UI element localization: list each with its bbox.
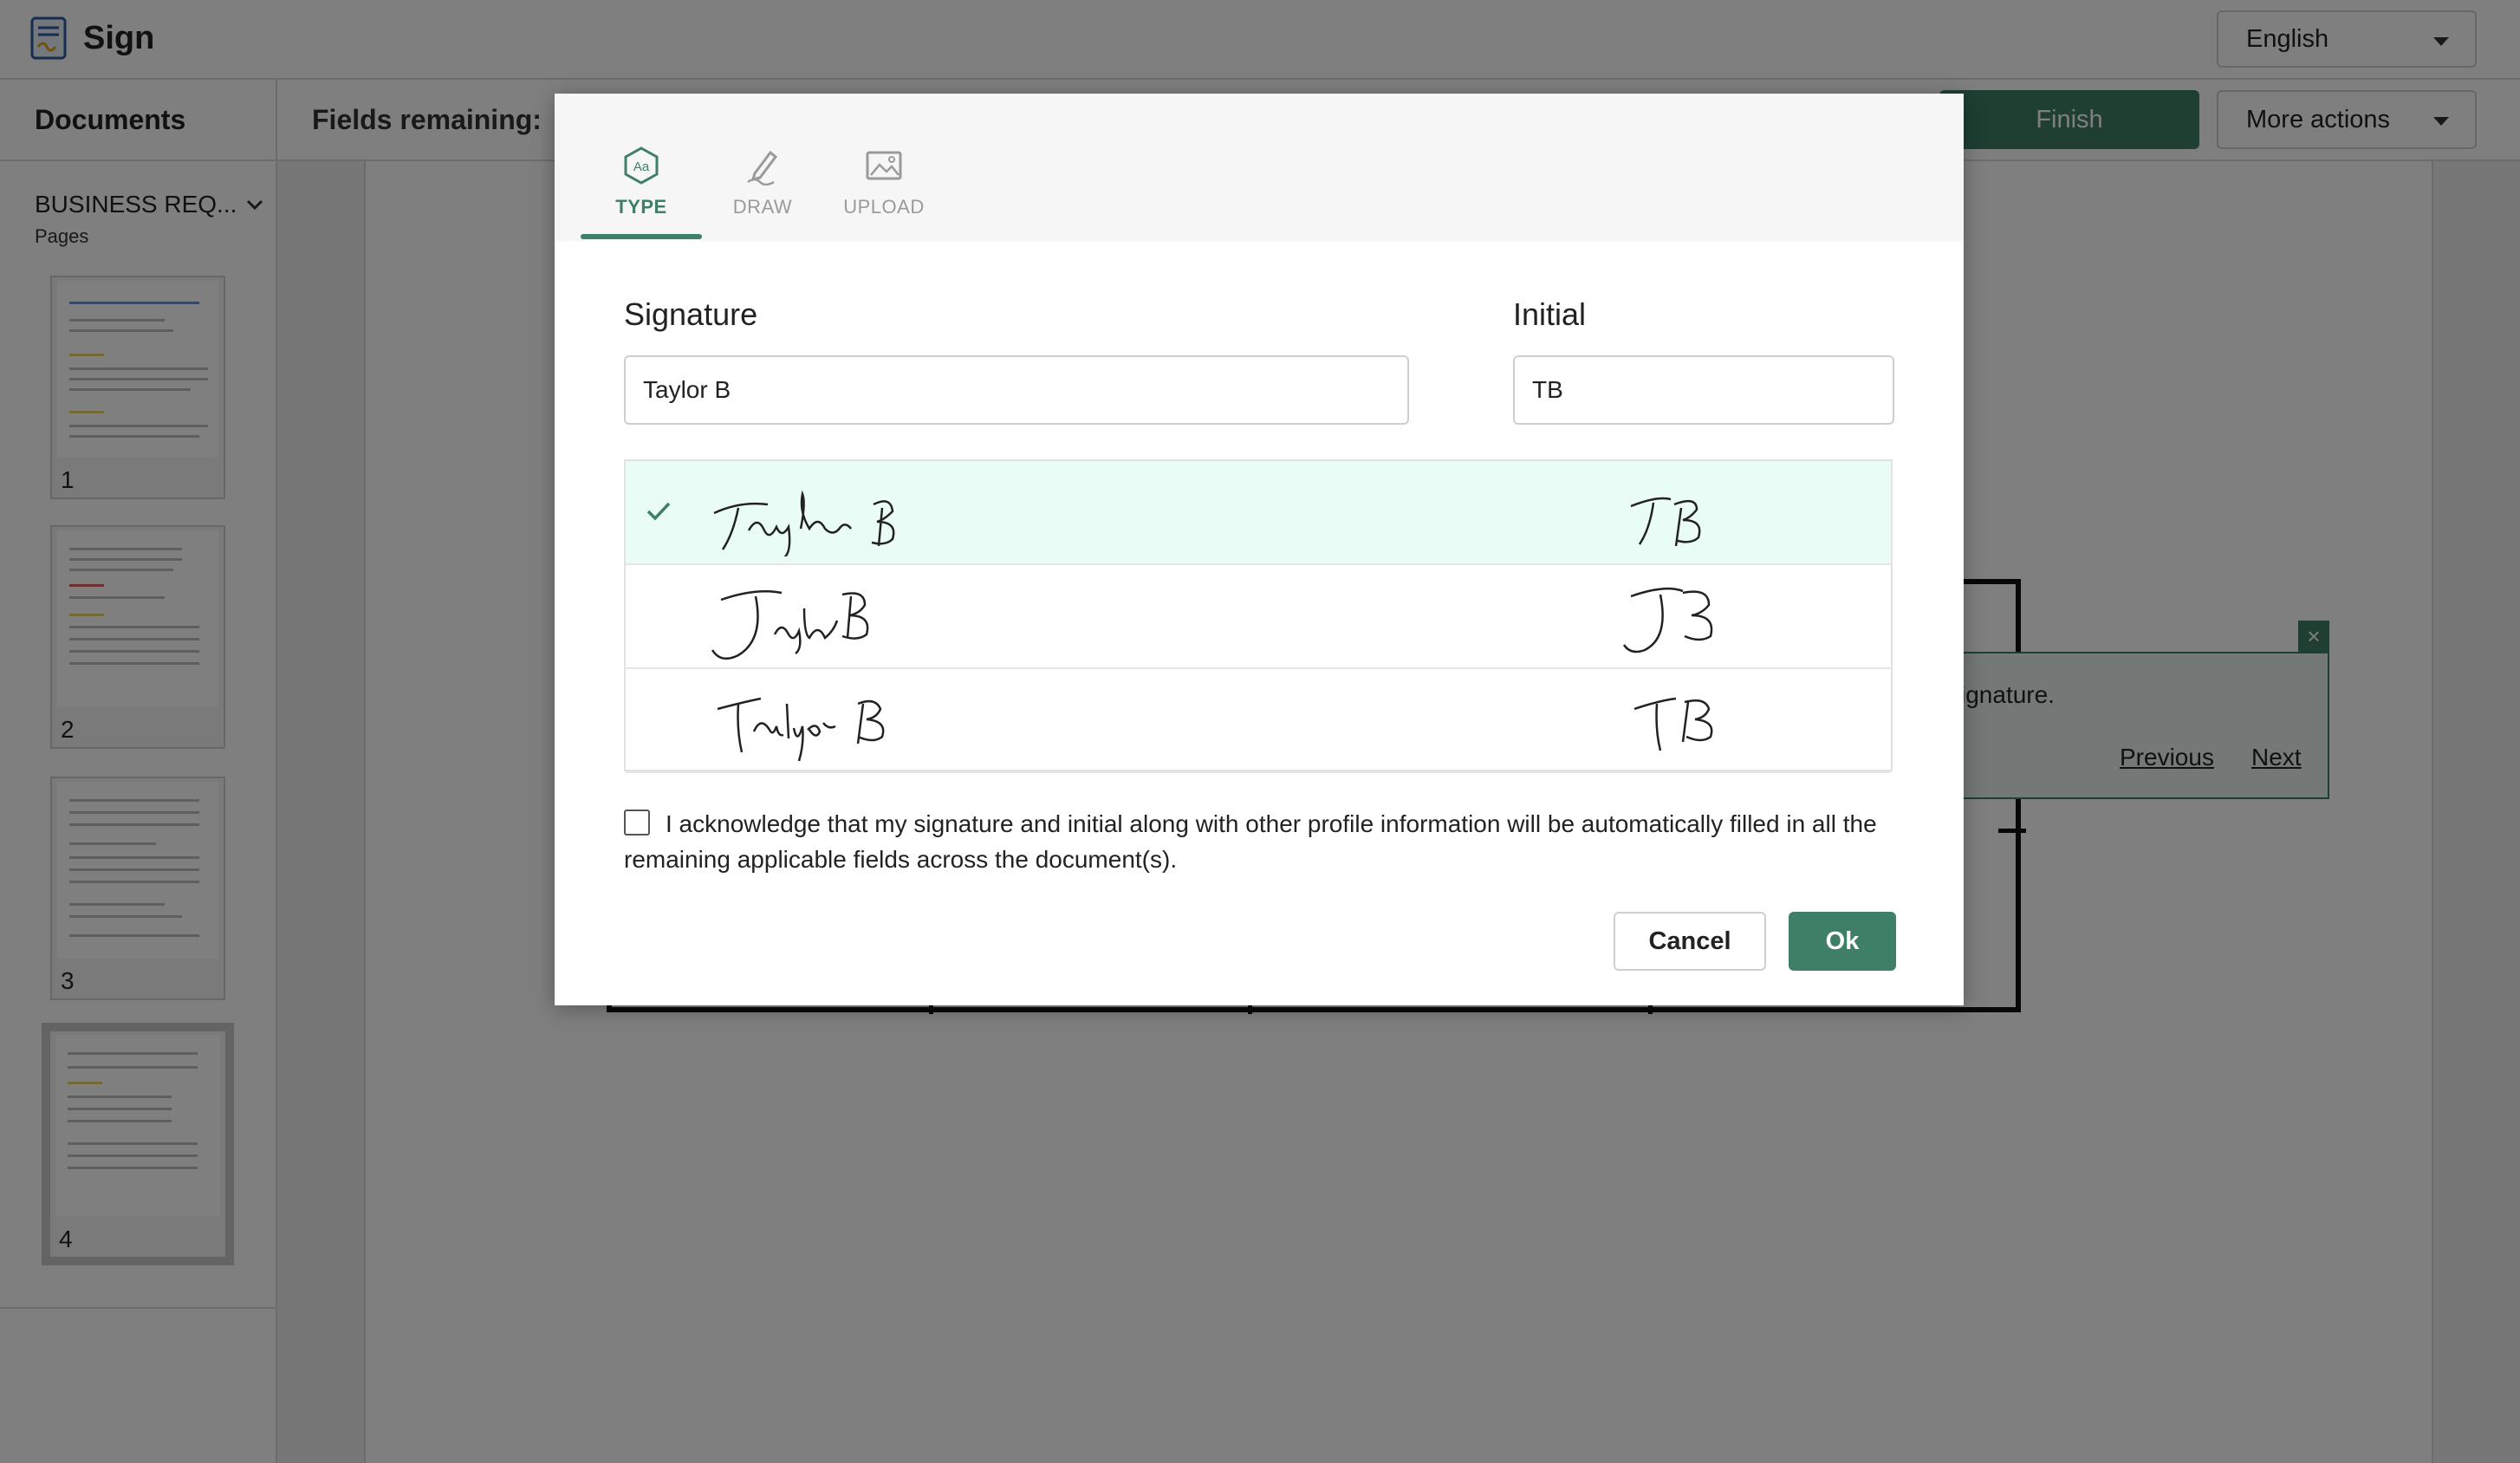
signature-style-list bbox=[624, 459, 1893, 773]
signature-preview-handwritten bbox=[717, 697, 885, 762]
tab-type[interactable]: Aa TYPE bbox=[581, 146, 702, 239]
tab-draw[interactable]: DRAW bbox=[702, 146, 823, 239]
cancel-button[interactable]: Cancel bbox=[1614, 912, 1766, 971]
signature-style-option-1[interactable] bbox=[626, 461, 1891, 565]
checkmark-icon bbox=[646, 502, 671, 521]
initial-preview-calligraphy bbox=[1622, 587, 1713, 653]
acknowledge-text: I acknowledge that my signature and init… bbox=[624, 810, 1877, 873]
svg-text:Aa: Aa bbox=[633, 159, 650, 174]
acknowledge-row: I acknowledge that my signature and init… bbox=[624, 806, 1898, 877]
tab-label: UPLOAD bbox=[843, 196, 925, 218]
initial-preview-handwritten bbox=[1633, 697, 1713, 751]
tab-upload[interactable]: UPLOAD bbox=[823, 146, 945, 239]
image-upload-icon bbox=[866, 151, 902, 180]
initial-preview-script bbox=[1630, 497, 1701, 547]
type-text-icon: Aa bbox=[624, 146, 659, 185]
acknowledge-checkbox[interactable] bbox=[624, 810, 650, 836]
signature-dialog: Aa TYPE DRAW UPLOAD Signature Initial bbox=[555, 94, 1964, 1005]
signature-style-option-3[interactable] bbox=[626, 669, 1891, 773]
dialog-tabs: Aa TYPE DRAW UPLOAD bbox=[555, 94, 1964, 241]
signature-label: Signature bbox=[624, 296, 758, 332]
tab-label: DRAW bbox=[732, 196, 793, 218]
initial-input[interactable] bbox=[1513, 355, 1894, 425]
initial-label: Initial bbox=[1513, 296, 1587, 332]
signature-style-option-2[interactable] bbox=[626, 565, 1891, 669]
ok-button[interactable]: Ok bbox=[1789, 912, 1896, 971]
tab-label: TYPE bbox=[615, 196, 667, 218]
signature-preview-script bbox=[713, 490, 895, 556]
signature-preview-calligraphy bbox=[711, 589, 869, 660]
signature-input[interactable] bbox=[624, 355, 1409, 425]
pen-draw-icon bbox=[747, 150, 778, 185]
